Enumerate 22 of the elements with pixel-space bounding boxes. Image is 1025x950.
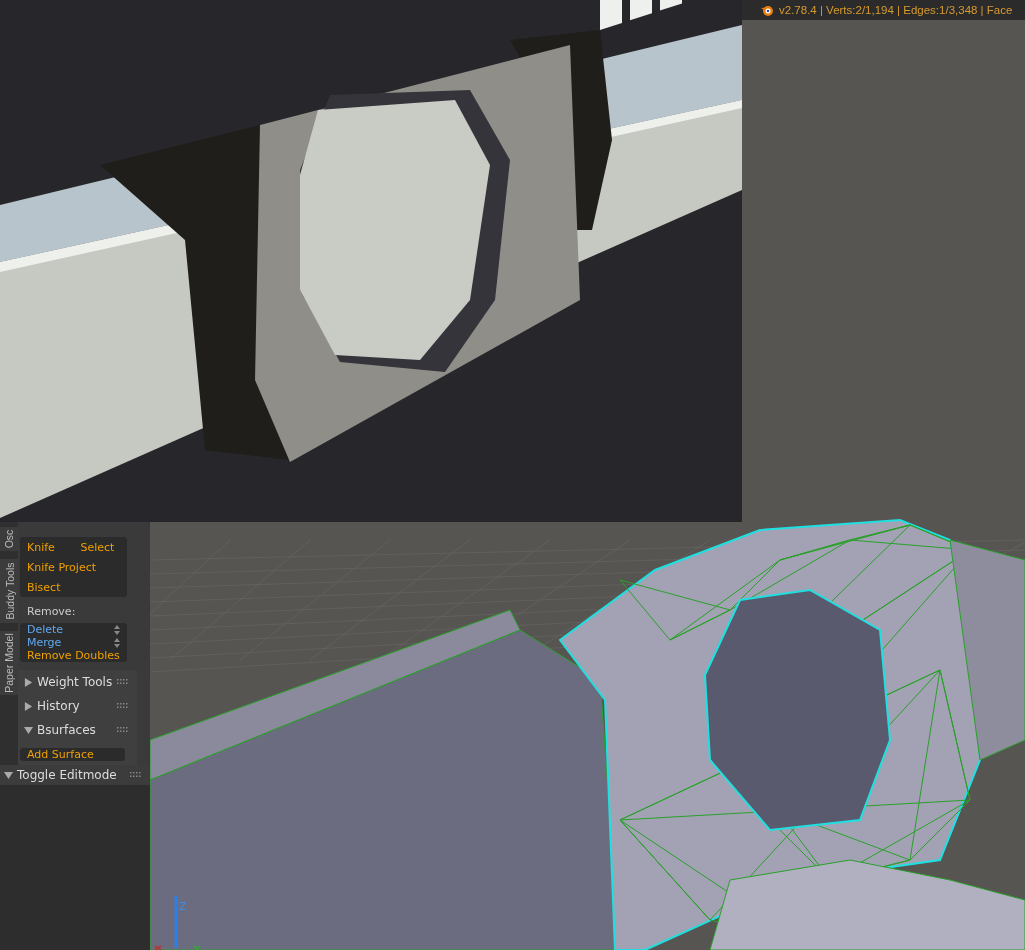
axis-gizmo-icon	[154, 896, 201, 950]
collapsed-triangle-icon[interactable]	[24, 701, 33, 711]
drag-grip-icon[interactable]	[130, 772, 142, 778]
shelf-tab[interactable]: Paper Model	[0, 631, 18, 695]
expanded-triangle-icon[interactable]	[4, 770, 13, 780]
drag-grip-icon[interactable]	[116, 679, 129, 685]
shelf-tab[interactable]: Osc	[0, 527, 18, 551]
expanded-triangle-icon[interactable]	[24, 725, 33, 735]
collapsed-triangle-icon[interactable]	[24, 677, 33, 687]
axis-label: Z	[179, 900, 187, 913]
panel-title[interactable]: History	[37, 699, 113, 713]
tool-button[interactable]: Add Surface	[20, 748, 125, 761]
shelf-tab[interactable]: Buddy Tools	[0, 559, 18, 623]
section-label: Remove:	[27, 605, 77, 620]
drag-grip-icon[interactable]	[116, 703, 129, 709]
dropdown-menu[interactable]: Delete	[20, 623, 127, 636]
app-logo-icon	[760, 3, 774, 17]
panel-title[interactable]: Weight Tools	[37, 675, 113, 689]
panel-title[interactable]: Bsurfaces	[37, 723, 113, 737]
drag-grip-icon[interactable]	[116, 727, 129, 733]
tool-button[interactable]: Remove Doubles	[20, 649, 127, 662]
scene-statistics: v2.78.4 | Verts:2/1,194 | Edges:1/3,348 | Face	[779, 4, 1013, 16]
